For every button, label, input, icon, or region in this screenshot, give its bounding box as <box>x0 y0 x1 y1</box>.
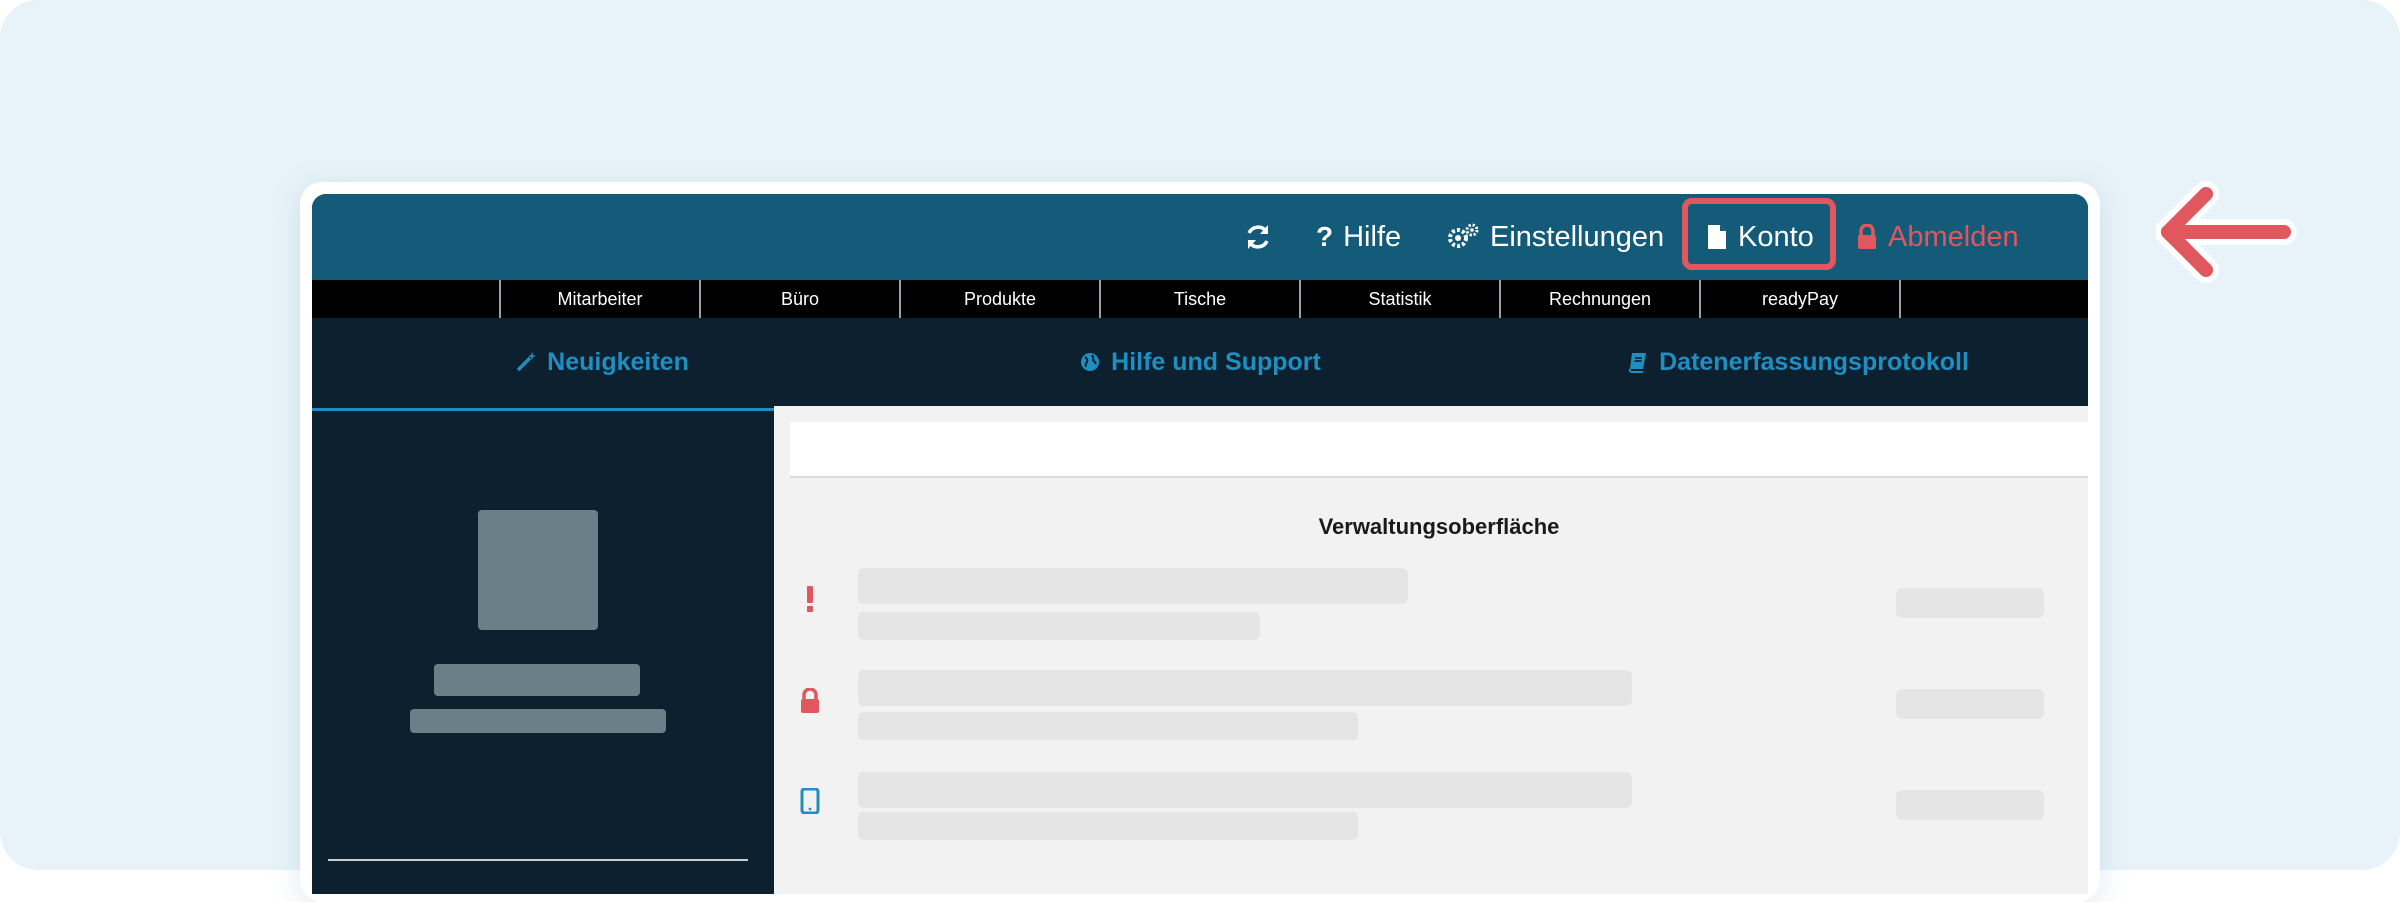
tablet-icon <box>798 786 822 816</box>
row-title-placeholder <box>858 772 1632 808</box>
pointer-arrow-icon <box>2156 181 2297 283</box>
lock-icon <box>1858 224 1876 249</box>
row-action-placeholder <box>1896 588 2044 618</box>
lock-icon <box>798 686 822 716</box>
row-subtitle-placeholder <box>858 712 1358 740</box>
account-highlight-box <box>1682 198 1836 270</box>
main-content: Verwaltungsoberfläche <box>774 406 2088 894</box>
settings-button[interactable]: Einstellungen <box>1446 194 1664 280</box>
main-menu: Mitarbeiter Büro Produkte Tische Statist… <box>312 280 2088 318</box>
magic-wand-icon <box>516 352 537 372</box>
globe-icon <box>1081 353 1100 371</box>
settings-label: Einstellungen <box>1490 220 1665 253</box>
refresh-icon <box>1247 225 1269 249</box>
gears-icon <box>1448 223 1479 248</box>
menu-item-buero[interactable]: Büro <box>699 280 899 318</box>
name-placeholder <box>434 664 640 696</box>
row-subtitle-placeholder <box>858 812 1358 840</box>
refresh-button[interactable] <box>1244 194 1272 280</box>
help-label: Hilfe <box>1343 220 1402 253</box>
help-button[interactable]: ? Hilfe <box>1316 194 1401 280</box>
section-title: Verwaltungsoberfläche <box>1318 514 1560 539</box>
menu-item-tische[interactable]: Tische <box>1099 280 1299 318</box>
menu-divider <box>1899 280 1901 318</box>
tab-label: Datenerfassungsprotokoll <box>1659 347 1969 376</box>
book-icon <box>1628 353 1647 373</box>
tab-bar: Neuigkeiten Hilfe und Support Datenerfas… <box>312 318 2088 406</box>
question-icon: ? <box>1316 221 1334 252</box>
menu-item-rechnungen[interactable]: Rechnungen <box>1499 280 1699 318</box>
row-title-placeholder <box>858 670 1632 706</box>
logout-button[interactable]: Abmelden <box>1856 194 2019 280</box>
row-action-placeholder <box>1896 689 2044 719</box>
tab-label: Neuigkeiten <box>547 347 689 376</box>
sidebar <box>312 411 774 894</box>
row-action-placeholder <box>1896 790 2044 820</box>
menu-item-produkte[interactable]: Produkte <box>899 280 1099 318</box>
top-bar: ? Hilfe Einstellungen Konto Abmelden <box>312 194 2088 280</box>
exclamation-icon <box>798 584 822 614</box>
tab-label: Hilfe und Support <box>1111 347 1321 376</box>
logout-label: Abmelden <box>1888 220 2019 253</box>
app-window: ? Hilfe Einstellungen Konto Abmelden Mit… <box>312 194 2088 894</box>
row-subtitle-placeholder <box>858 612 1260 640</box>
tab-datenerfassungsprotokoll[interactable]: Datenerfassungsprotokoll <box>1508 318 2088 406</box>
subtitle-placeholder <box>410 709 666 733</box>
menu-item-statistik[interactable]: Statistik <box>1299 280 1499 318</box>
row-title-placeholder <box>858 568 1408 604</box>
content-header-bar <box>790 422 2088 478</box>
tab-hilfe-und-support[interactable]: Hilfe und Support <box>900 318 1500 406</box>
sidebar-divider <box>328 859 748 861</box>
menu-item-mitarbeiter[interactable]: Mitarbeiter <box>499 280 699 318</box>
menu-item-readypay[interactable]: readyPay <box>1699 280 1899 318</box>
tab-neuigkeiten[interactable]: Neuigkeiten <box>312 318 892 406</box>
avatar-placeholder <box>478 510 598 630</box>
